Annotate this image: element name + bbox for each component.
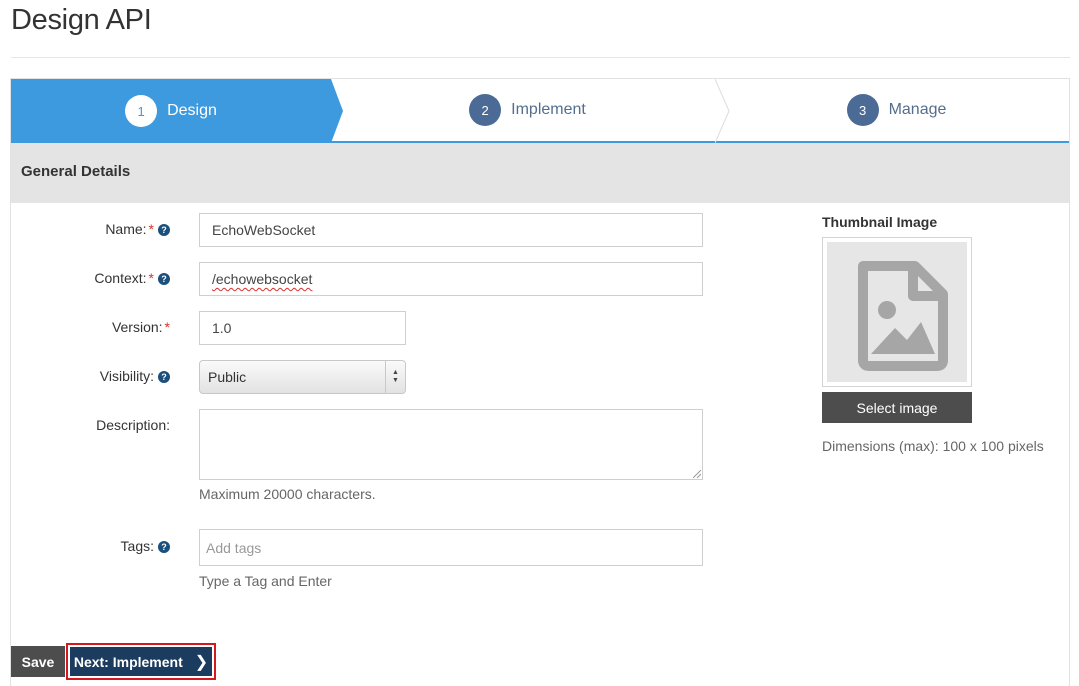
step-label: Implement xyxy=(511,101,586,118)
required-mark: * xyxy=(164,319,170,335)
next-implement-button[interactable]: Next: Implement ❯ xyxy=(70,647,212,676)
page-title: Design API xyxy=(11,4,152,36)
tags-input[interactable]: Add tags xyxy=(199,529,703,566)
name-label: Name: *? xyxy=(0,221,170,237)
help-icon[interactable]: ? xyxy=(158,541,170,553)
context-label: Context: *? xyxy=(0,270,170,286)
step-label: Design xyxy=(167,102,217,119)
step-label: Manage xyxy=(888,101,947,118)
version-input[interactable]: 1.0 xyxy=(199,311,406,345)
description-label: Description: xyxy=(96,417,170,433)
description-hint: Maximum 20000 characters. xyxy=(199,486,376,502)
required-mark: * xyxy=(148,221,154,237)
thumbnail-preview xyxy=(822,237,972,387)
image-placeholder-icon xyxy=(858,261,948,371)
help-icon[interactable]: ? xyxy=(158,371,170,383)
step-arrow xyxy=(331,79,343,143)
tags-hint: Type a Tag and Enter xyxy=(199,573,332,589)
description-textarea[interactable] xyxy=(199,409,703,480)
section-title: General Details xyxy=(21,163,131,180)
step-manage[interactable]: 3 Manage xyxy=(724,79,1069,143)
name-input[interactable]: EchoWebSocket xyxy=(199,213,703,247)
select-image-button[interactable]: Select image xyxy=(822,392,972,423)
context-input[interactable]: /echowebsocket xyxy=(199,262,703,296)
step-number: 2 xyxy=(469,94,502,126)
required-mark: * xyxy=(148,270,154,286)
help-icon[interactable]: ? xyxy=(158,273,170,285)
chevron-right-icon: ❯ xyxy=(194,653,209,671)
version-label: Version: * xyxy=(111,319,170,335)
resize-handle-icon[interactable] xyxy=(693,470,701,478)
tags-label: Tags:? xyxy=(0,538,170,554)
step-implement[interactable]: 2 Implement xyxy=(331,79,724,143)
step-separator xyxy=(715,79,730,143)
help-icon[interactable]: ? xyxy=(158,224,170,236)
thumbnail-title: Thumbnail Image xyxy=(822,214,938,230)
next-button-highlight: Next: Implement ❯ xyxy=(66,643,216,680)
save-button[interactable]: Save xyxy=(11,646,65,677)
step-number: 1 xyxy=(125,95,158,127)
visibility-label: Visibility:? xyxy=(0,368,170,384)
select-arrows-icon: ▲ ▼ xyxy=(385,361,405,393)
title-divider xyxy=(11,57,1070,58)
section-header: General Details xyxy=(11,143,1069,203)
step-design[interactable]: 1 Design xyxy=(11,79,331,143)
step-number: 3 xyxy=(846,94,879,126)
thumbnail-dimensions: Dimensions (max): 100 x 100 pixels xyxy=(822,438,1044,454)
visibility-select[interactable]: Public ▲ ▼ xyxy=(199,360,406,394)
wizard-steps: 1 Design 2 Implement 3 Manage xyxy=(11,79,1069,143)
